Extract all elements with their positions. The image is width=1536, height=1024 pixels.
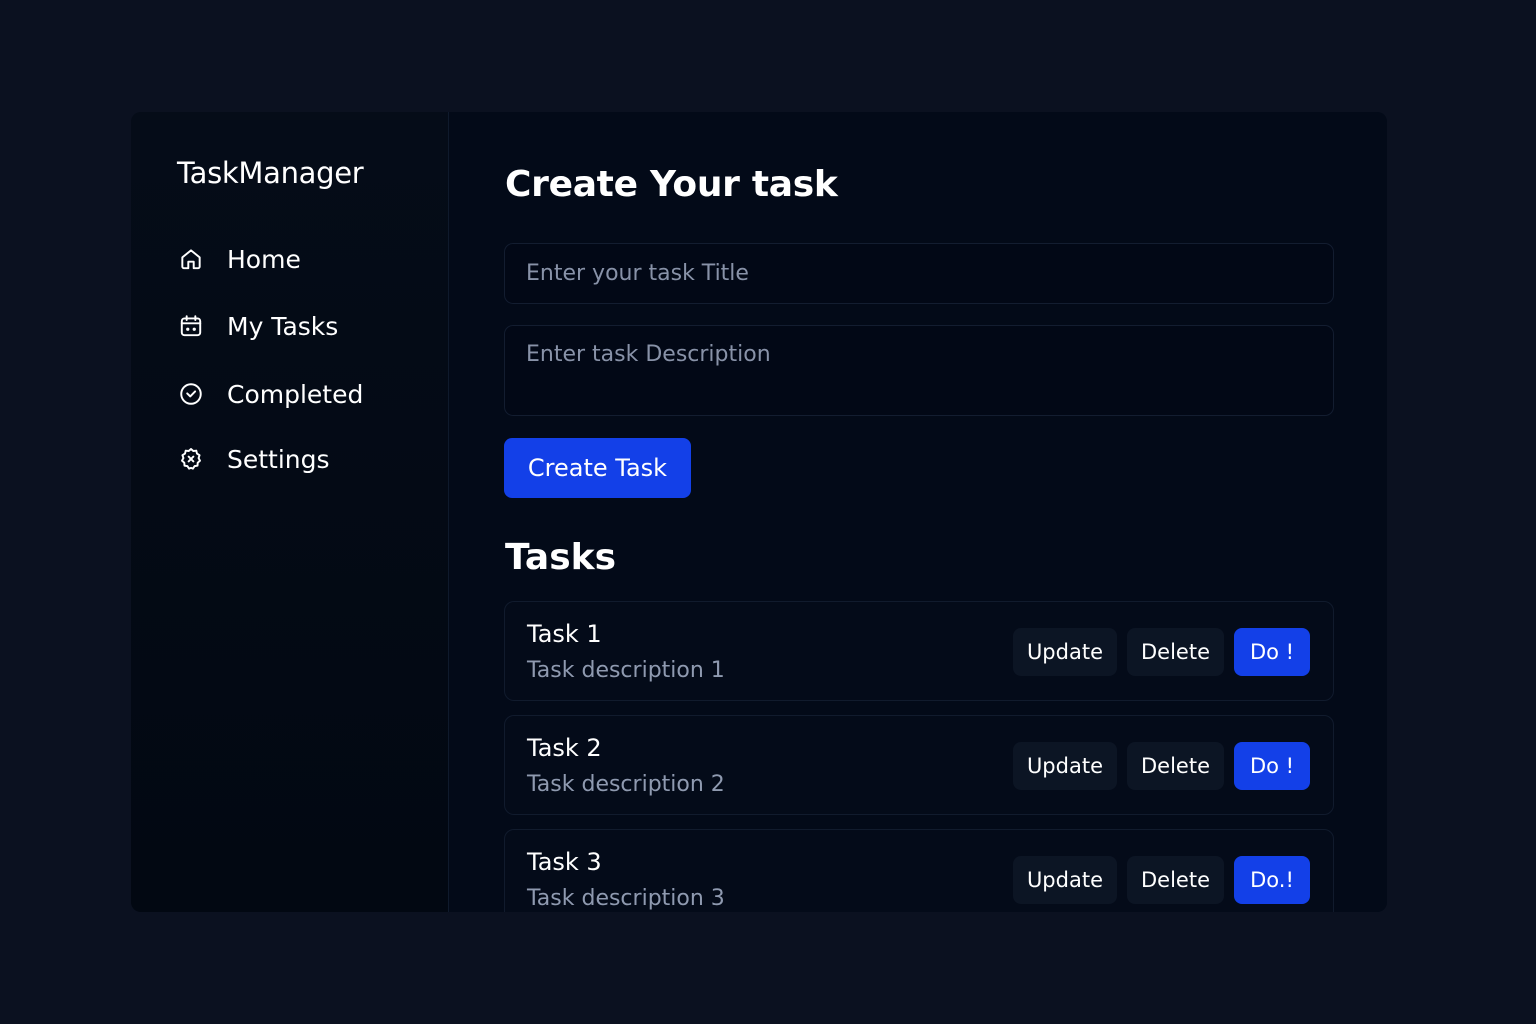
- task-card: Task 1 Task description 1 Update Delete …: [504, 601, 1334, 701]
- sidebar-item-label: Completed: [227, 379, 364, 409]
- app-window: TaskManager Home My Tasks Completed Sett…: [131, 112, 1387, 912]
- task-actions: Update Delete Do !: [1012, 628, 1310, 676]
- delete-button[interactable]: Delete: [1127, 628, 1224, 676]
- page-title: Create Your task: [505, 164, 838, 205]
- do-button[interactable]: Do !: [1234, 628, 1310, 676]
- task-description: Task description 3: [527, 886, 725, 911]
- brand-title: TaskManager: [177, 156, 364, 190]
- delete-button[interactable]: Delete: [1127, 742, 1224, 790]
- sidebar-item-label: Settings: [227, 444, 330, 474]
- calendar-icon: [177, 312, 205, 340]
- sidebar-item-completed[interactable]: Completed: [177, 376, 363, 412]
- home-icon: [177, 245, 205, 273]
- sidebar-item-label: My Tasks: [227, 311, 339, 341]
- task-card: Task 2 Task description 2 Update Delete …: [504, 715, 1334, 815]
- task-title: Task 1: [527, 620, 602, 648]
- task-title: Task 2: [527, 734, 602, 762]
- sidebar: TaskManager Home My Tasks Completed Sett…: [131, 112, 449, 912]
- gear-icon: [177, 445, 205, 473]
- task-title-input[interactable]: [504, 243, 1334, 304]
- tasks-heading: Tasks: [505, 537, 617, 578]
- check-circle-icon: [177, 380, 205, 408]
- sidebar-item-label: Home: [227, 244, 301, 274]
- sidebar-item-settings[interactable]: Settings: [177, 441, 330, 477]
- do-button[interactable]: Do.!: [1234, 856, 1310, 904]
- delete-button[interactable]: Delete: [1127, 856, 1224, 904]
- sidebar-item-my-tasks[interactable]: My Tasks: [177, 308, 338, 344]
- do-button[interactable]: Do !: [1234, 742, 1310, 790]
- task-description: Task description 1: [527, 658, 725, 683]
- update-button[interactable]: Update: [1012, 742, 1117, 790]
- task-description-input[interactable]: [504, 325, 1334, 416]
- main-content: Create Your task Create Task Tasks Task …: [449, 112, 1387, 912]
- task-card: Task 3 Task description 3 Update Delete …: [504, 829, 1334, 912]
- update-button[interactable]: Update: [1012, 628, 1117, 676]
- create-task-button[interactable]: Create Task: [504, 438, 691, 498]
- task-title: Task 3: [527, 848, 602, 876]
- sidebar-item-home[interactable]: Home: [177, 241, 301, 277]
- task-actions: Update Delete Do.!: [1012, 856, 1310, 904]
- update-button[interactable]: Update: [1012, 856, 1117, 904]
- task-description: Task description 2: [527, 772, 725, 797]
- task-actions: Update Delete Do !: [1012, 742, 1310, 790]
